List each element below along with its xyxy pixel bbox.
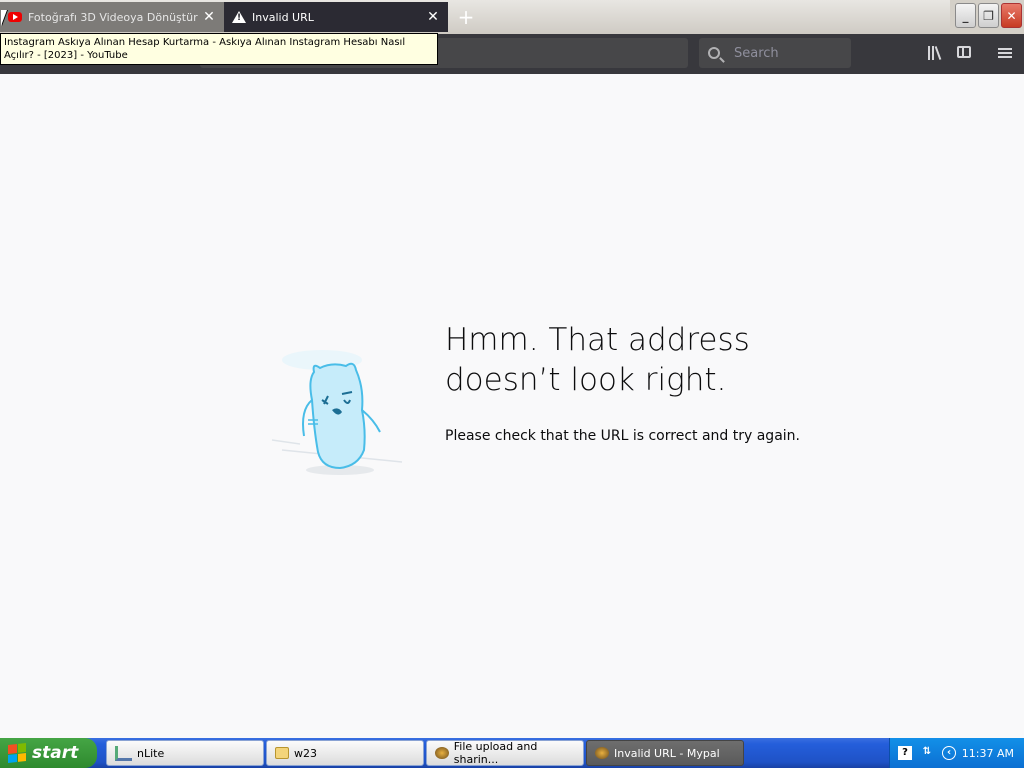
new-tab-button[interactable]: + <box>452 2 480 32</box>
tab-bar: Fotoğrafı 3D Videoya Dönüştür ✕ Invalid … <box>0 0 1024 34</box>
windows-flag-icon <box>8 743 26 763</box>
browser-icon <box>435 747 449 759</box>
warning-icon <box>232 11 246 23</box>
taskbar-item-label: File upload and sharin... <box>453 740 538 766</box>
taskbar: start nLite w23 File upload and sharin..… <box>0 738 1024 768</box>
library-icon[interactable] <box>926 44 944 62</box>
taskbar-item-nlite[interactable]: nLite <box>106 740 264 766</box>
start-label: start <box>32 743 79 763</box>
taskbar-item-label: Invalid URL - Mypal <box>614 746 720 760</box>
tab-invalid-url[interactable]: Invalid URL ✕ <box>224 2 448 32</box>
tab-close-icon[interactable]: ✕ <box>202 9 216 25</box>
help-icon[interactable]: ? <box>898 746 912 760</box>
start-button[interactable]: start <box>0 738 97 768</box>
nlite-icon <box>115 745 132 761</box>
sidebar-icon[interactable] <box>957 46 971 58</box>
error-description: Please check that the URL is correct and… <box>445 428 800 444</box>
tab-tooltip: Instagram Askıya Alınan Hesap Kurtarma -… <box>0 33 438 65</box>
tab-close-icon[interactable]: ✕ <box>426 9 440 25</box>
search-input[interactable] <box>732 44 846 62</box>
network-icon[interactable]: ⇅ <box>920 746 934 760</box>
restore-button[interactable]: ❐ <box>978 3 999 28</box>
taskbar-item-file-upload[interactable]: File upload and sharin... <box>426 740 584 766</box>
expand-tray-icon[interactable]: ‹ <box>942 746 956 760</box>
error-title: Hmm. That address doesn’t look right. <box>445 322 750 398</box>
youtube-icon <box>8 12 22 22</box>
hamburger-menu-icon[interactable] <box>998 48 1012 58</box>
search-box[interactable] <box>699 38 851 68</box>
mouse-cursor-icon <box>1 10 7 26</box>
confused-mascot-illustration <box>271 350 403 475</box>
taskbar-item-mypal[interactable]: Invalid URL - Mypal <box>586 740 744 766</box>
taskbar-item-label: nLite <box>137 746 165 760</box>
close-window-button[interactable]: ✕ <box>1001 3 1022 28</box>
browser-icon <box>595 747 609 759</box>
taskbar-item-label: w23 <box>294 746 317 760</box>
tab-title: Invalid URL <box>252 10 314 24</box>
tab-title: Fotoğrafı 3D Videoya Dönüştür <box>28 10 198 24</box>
taskbar-item-w23[interactable]: w23 <box>266 740 424 766</box>
minimize-button[interactable]: _ <box>955 3 976 28</box>
clock: 11:37 AM <box>961 746 1014 760</box>
system-tray: ? ⇅ ‹ 11:37 AM <box>889 738 1024 768</box>
folder-icon <box>275 747 289 759</box>
tab-youtube[interactable]: Fotoğrafı 3D Videoya Dönüştür ✕ <box>0 2 224 32</box>
search-icon <box>708 47 720 59</box>
